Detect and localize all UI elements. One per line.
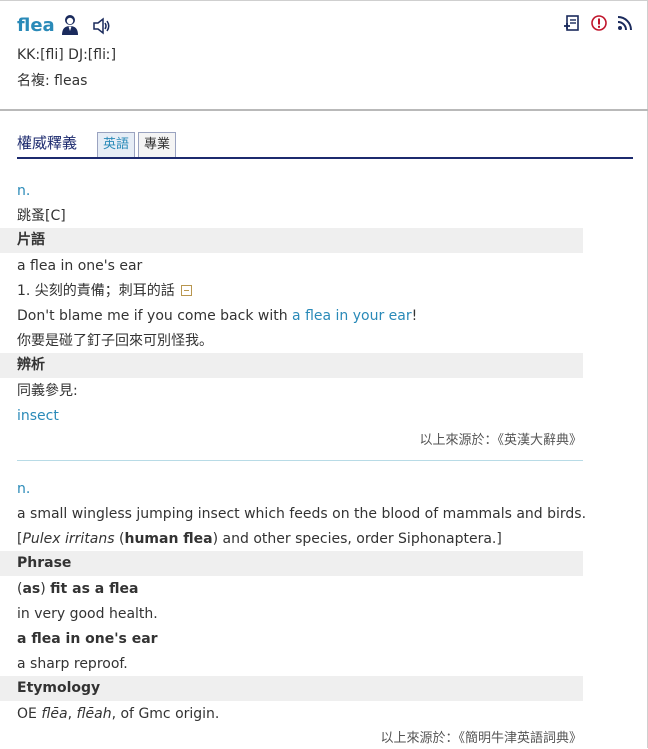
phrase: a flea in one's ear [17,629,158,649]
phrase-as: as [22,581,41,597]
phrase: (as) fit as a flea [17,579,138,599]
phrase-header-label: Phrase [17,555,72,571]
tab-professional[interactable]: 專業 [138,132,177,157]
person-icon[interactable] [60,14,80,36]
species-note: [Pulex irritans (human flea) and other s… [17,529,502,549]
example-text: Don't blame me if you come back with [17,308,293,324]
etym-rest: , of Gmc origin. [111,706,220,722]
word-list-icon[interactable] [563,14,581,32]
example-highlight: a flea in your ear [292,308,412,324]
phrase: a flea in one's ear [17,258,143,274]
plural-form: 名複: fleas [17,73,88,89]
tab-english[interactable]: 英語 [97,132,136,157]
definition: 跳蚤[C] [17,208,66,224]
latin-name: Pulex irritans [22,531,115,547]
phrase-meaning-text: 1. 尖刻的責備；刺耳的話 [17,283,175,299]
phrase-header: 片語 [0,228,583,253]
common-name: human flea [124,531,213,547]
dictionary-panel: flea KK:[fli] DJ:[fliː] 名複: fleas 權威釋義 英… [0,0,648,748]
collapse-icon[interactable] [180,285,192,296]
part-of-speech: n. [17,481,31,497]
rss-icon[interactable] [616,14,634,32]
report-icon[interactable] [590,14,608,32]
section-divider [17,460,583,461]
phrase-meaning: a sharp reproof. [17,656,128,672]
definition-tabs: 權威釋義 英語 專業 [17,131,633,159]
analysis-header: 辨析 [0,353,583,378]
species-rest: ) and other species, order Siphonaptera.… [212,531,502,547]
part-of-speech: n. [17,183,31,199]
source-citation: 以上來源於：《簡明牛津英語詞典》 [380,731,582,746]
phrase-header: Phrase [0,551,583,576]
etymology-header-label: Etymology [17,680,101,696]
phrase-meaning: 1. 尖刻的責備；刺耳的話 [17,281,192,301]
speaker-icon[interactable] [92,17,112,35]
etymology-header: Etymology [0,676,583,701]
source-citation: 以上來源於：《英漢大辭典》 [419,433,582,448]
paren: ( [114,531,125,547]
pronunciation: KK:[fli] DJ:[fliː] [17,47,117,63]
example-sentence: Don't blame me if you come back with a f… [17,306,417,326]
phrase-text: fit as a flea [50,581,139,597]
headword: flea [17,15,55,36]
header-actions [559,14,634,34]
etymology: OE flēa, flēah, of Gmc origin. [17,704,219,724]
etym-prefix: OE [17,706,42,722]
definition: a small wingless jumping insect which fe… [17,506,587,522]
etym-form: flēa [41,706,68,722]
etym-form: flēah [76,706,112,722]
phrase-header-label: 片語 [17,232,45,248]
analysis-header-label: 辨析 [17,357,45,373]
example-end: ! [411,308,418,324]
example-translation: 你要是碰了釘子回來可別怪我。 [17,333,213,349]
paren: ) [40,581,51,597]
synonym-link[interactable]: insect [17,406,59,426]
phrase-text: a flea in one's ear [17,631,158,647]
word-header: flea KK:[fli] DJ:[fliː] 名複: fleas [0,1,648,111]
synonym-label: 同義參見: [17,383,78,399]
tabs-title: 權威釋義 [17,134,78,152]
phrase-meaning: in very good health. [17,606,158,622]
